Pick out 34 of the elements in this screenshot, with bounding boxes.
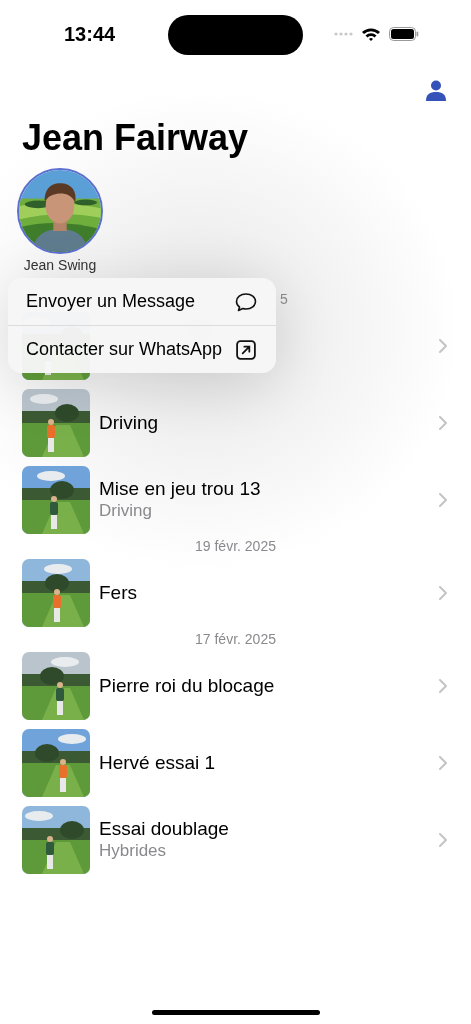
date-header: 17 févr. 2025 [195, 631, 276, 647]
date-header: 5 [280, 291, 288, 307]
avatar-name: Jean Swing [23, 257, 97, 273]
profile-title: Jean Fairway [22, 116, 250, 160]
date-header: 19 févr. 2025 [195, 538, 276, 554]
session-row[interactable]: Driving [0, 384, 471, 461]
chevron-icon [439, 755, 447, 770]
session-title: Pierre roi du blocage [99, 674, 276, 697]
session-row[interactable]: Mise en jeu trou 13 Driving [0, 461, 471, 538]
session-title: Hervé essai 1 [99, 751, 217, 774]
session-title: Fers [99, 581, 138, 604]
external-link-icon [235, 339, 257, 360]
session-title: Mise en jeu trou 13 [99, 477, 262, 500]
chevron-icon [439, 585, 447, 600]
person-icon[interactable] [426, 79, 446, 101]
session-subtitle: Hybrides [99, 840, 168, 862]
speech-bubble-icon [235, 291, 257, 312]
session-row[interactable]: Fers [0, 554, 471, 631]
session-subtitle: Driving [99, 500, 153, 522]
chevron-icon [439, 338, 447, 353]
session-title: Driving [99, 411, 160, 434]
chevron-icon [439, 832, 447, 847]
battery-icon [389, 27, 419, 41]
wifi-icon [361, 26, 381, 42]
session-row[interactable]: Hervé essai 1 [0, 724, 471, 801]
menu-item[interactable]: Contacter sur WhatsApp [8, 325, 276, 373]
session-title: Essai doublage [99, 817, 230, 840]
clock-time: 13:44 [64, 23, 116, 46]
session-row[interactable]: Essai doublage Hybrides [0, 801, 471, 878]
menu-item[interactable]: Envoyer un Message [8, 278, 276, 325]
session-row[interactable]: Pierre roi du blocage [0, 647, 471, 724]
chevron-icon [439, 492, 447, 507]
chevron-icon [439, 678, 447, 693]
chevron-icon [439, 415, 447, 430]
